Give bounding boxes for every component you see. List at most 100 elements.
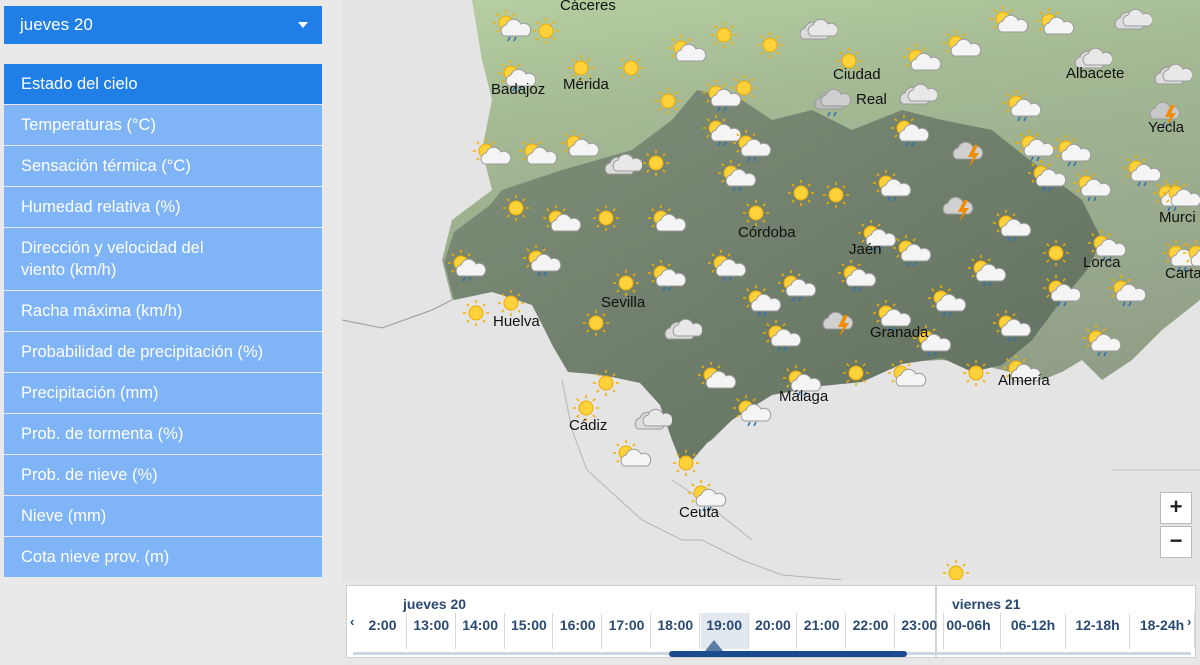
menu-item-temperature[interactable]: Temperaturas (°C) — [4, 105, 322, 145]
menu-item-snow[interactable]: Nieve (mm) — [4, 496, 322, 536]
timeline-bar: jueves 20 viernes 21 ‹ › 2:00 13:00 14:00 1… — [346, 585, 1196, 658]
weather-symbol-icon — [887, 360, 927, 390]
timeline: jueves 20 viernes 21 ‹ › 2:00 13:00 14:00 1… — [342, 580, 1200, 665]
time-slot[interactable]: 16:00 — [554, 613, 603, 649]
time-slot[interactable]: 12-18h — [1066, 613, 1130, 649]
scroll-thumb[interactable] — [669, 651, 907, 657]
time-slot[interactable]: 00-06h — [937, 613, 1001, 649]
city-label: Albacete — [1066, 65, 1125, 82]
time-slot[interactable]: 13:00 — [408, 613, 456, 649]
weather-symbol-icon — [707, 250, 747, 282]
weather-symbol-icon — [942, 30, 982, 60]
zoom-out-button[interactable]: − — [1160, 526, 1192, 558]
city-label: Yecla — [1148, 119, 1185, 136]
weather-symbol-icon — [602, 150, 644, 180]
city-label: Granada — [870, 324, 929, 341]
city-label: Córdoba — [738, 224, 796, 241]
menu-item-snow-level[interactable]: Cota nieve prov. (m) — [4, 537, 322, 577]
weather-symbol-icon — [927, 285, 967, 317]
weather-symbol-icon — [612, 440, 652, 470]
weather-symbol-icon — [897, 80, 939, 110]
city-label: Murci — [1159, 209, 1196, 226]
current-time-pointer — [705, 640, 723, 651]
city-label: Real — [856, 91, 887, 108]
menu-item-precip[interactable]: Precipitación (mm) — [4, 373, 322, 413]
city-label: Mérida — [563, 76, 609, 93]
weather-symbol-icon — [777, 270, 817, 302]
time-slot[interactable]: 20:00 — [749, 613, 798, 649]
weather-symbol-icon — [787, 180, 825, 210]
city-label: Málaga — [779, 388, 829, 405]
menu-item-snow-prob[interactable]: Prob. de nieve (%) — [4, 455, 322, 495]
weather-symbol-icon — [1072, 170, 1112, 202]
weather-symbol-icon — [617, 55, 655, 85]
weather-symbol-icon — [662, 315, 704, 345]
day-select[interactable]: jueves 20 — [4, 6, 322, 44]
weather-symbol-icon — [797, 15, 839, 45]
variable-menu: Estado del cielo Temperaturas (°C) Sensa… — [4, 64, 322, 578]
weather-symbol-icon — [522, 245, 562, 277]
weather-symbol-icon — [842, 360, 880, 390]
weather-symbol-icon — [697, 362, 737, 392]
menu-item-humidity[interactable]: Humedad relativa (%) — [4, 187, 322, 227]
weather-symbol-icon — [710, 22, 748, 52]
weather-symbol-icon — [992, 310, 1032, 342]
time-slot[interactable]: 22:00 — [847, 613, 895, 649]
timeline-prev-arrow[interactable]: ‹ — [350, 614, 354, 629]
weather-symbol-icon — [518, 138, 558, 168]
weather-symbol-icon — [812, 85, 852, 117]
wind-label: Dirección y velocidad del viento (km/h) — [21, 239, 204, 279]
city-label: Lorca — [1083, 254, 1121, 271]
time-slot[interactable]: 15:00 — [505, 613, 554, 649]
weather-symbol-icon — [717, 160, 757, 192]
time-slot[interactable]: 18:00 — [652, 613, 700, 649]
city-label: Badajoz — [491, 81, 546, 98]
city-label: Huelva — [493, 313, 540, 330]
weather-symbol-icon — [762, 320, 802, 352]
menu-item-precip-prob[interactable]: Probabilidad de precipitación (%) — [4, 332, 322, 372]
weather-symbol-icon — [672, 450, 710, 480]
weather-symbol-icon — [822, 182, 860, 212]
weather-symbol-icon — [632, 405, 674, 435]
weather-symbol-icon — [950, 135, 988, 167]
weather-symbol-icon — [890, 115, 930, 147]
weather-symbol-icon — [667, 35, 707, 65]
time-slot[interactable]: 2:00 — [359, 613, 407, 649]
time-slot[interactable]: 21:00 — [798, 613, 847, 649]
weather-symbol-icon — [1107, 275, 1147, 307]
weather-symbol-icon — [582, 310, 620, 340]
weather-symbol-icon — [1035, 8, 1075, 38]
menu-item-sky[interactable]: Estado del cielo — [4, 64, 322, 104]
caret-down-icon — [298, 22, 308, 28]
menu-item-wind[interactable]: Dirección y velocidad del viento (km/h) — [4, 228, 322, 290]
menu-item-gust[interactable]: Racha máxima (km/h) — [4, 291, 322, 331]
timeline-day-label: jueves 20 — [403, 596, 467, 612]
city-label: Cádiz — [569, 417, 608, 434]
weather-symbol-icon — [532, 18, 570, 48]
weather-symbol-icon — [962, 360, 1000, 390]
city-label: Carta — [1165, 265, 1200, 282]
weather-symbol-icon — [647, 260, 687, 292]
zoom-in-button[interactable]: + — [1160, 492, 1192, 524]
weather-symbol-icon — [892, 235, 932, 267]
weather-symbol-icon — [1112, 5, 1154, 35]
weather-map[interactable]: Cáceres Mérida Badajoz Ciudad Real Albac… — [342, 0, 1200, 580]
weather-symbol-icon — [837, 260, 877, 292]
city-label: Sevilla — [601, 294, 646, 311]
weather-symbol-icon — [992, 210, 1032, 242]
menu-item-storm-prob[interactable]: Prob. de tormenta (%) — [4, 414, 322, 454]
time-slot[interactable]: 06-12h — [1002, 613, 1066, 649]
weather-symbol-icon — [592, 205, 630, 235]
weather-symbol-icon — [654, 88, 692, 118]
time-slot[interactable]: 14:00 — [457, 613, 505, 649]
weather-symbol-icon — [732, 395, 772, 427]
weather-symbol-icon — [447, 250, 487, 282]
weather-symbol-icon — [942, 560, 980, 580]
weather-symbol-icon — [1162, 180, 1200, 210]
time-slot[interactable]: 17:00 — [603, 613, 651, 649]
menu-item-feels-like[interactable]: Sensación térmica (°C) — [4, 146, 322, 186]
weather-symbol-icon — [647, 205, 687, 235]
sidebar: jueves 20 Estado del cielo Temperaturas … — [0, 0, 342, 665]
time-slot[interactable]: 18-24h — [1131, 613, 1195, 649]
weather-symbol-icon — [702, 80, 742, 112]
